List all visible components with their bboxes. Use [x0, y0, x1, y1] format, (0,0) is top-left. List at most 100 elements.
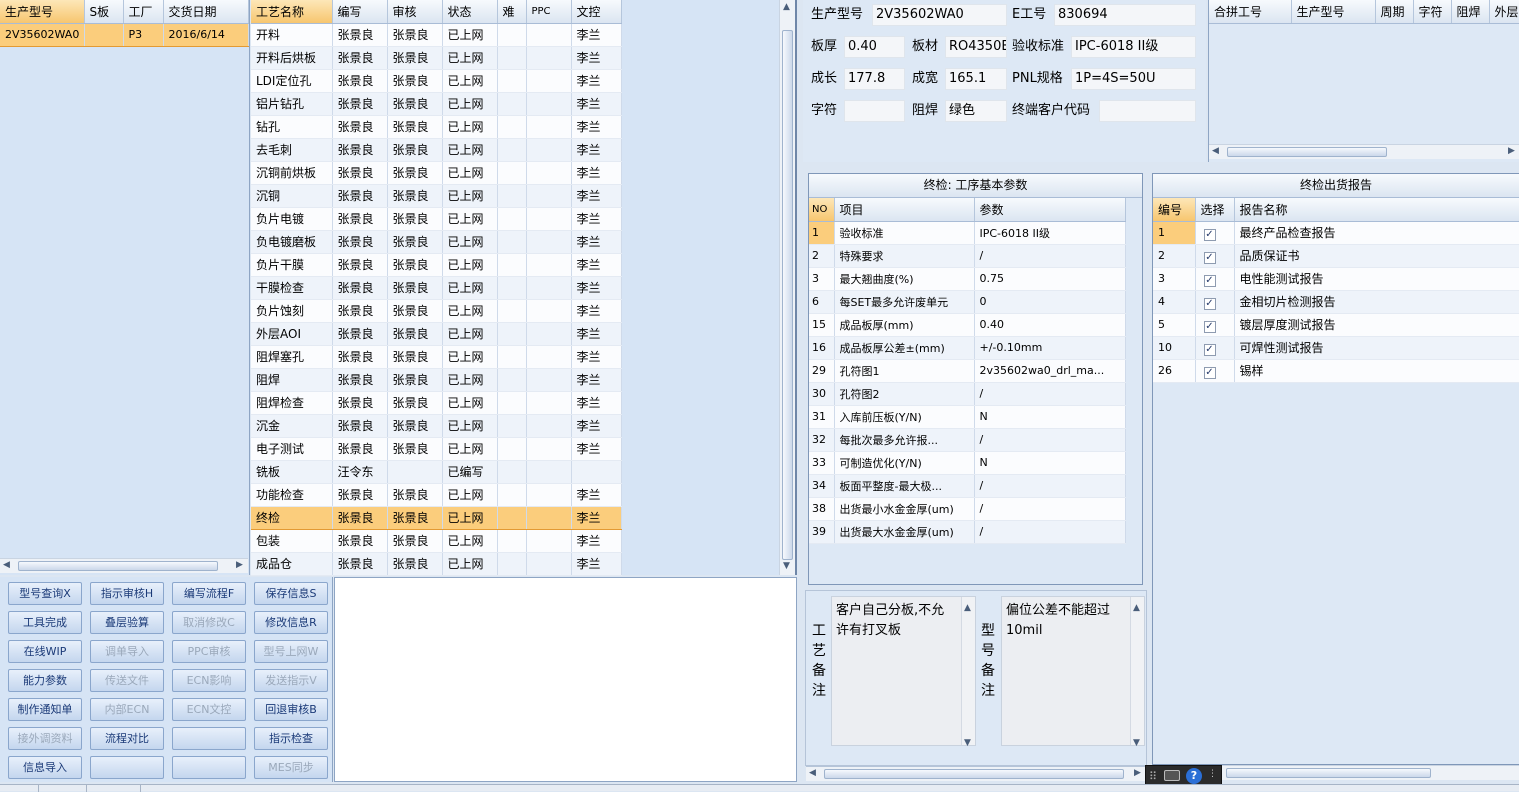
- checkbox-icon[interactable]: ✓: [1203, 367, 1216, 379]
- param-row[interactable]: 29 孔符图1 2v35602wa0_drl_ma...: [809, 359, 1126, 383]
- param-row[interactable]: 3 最大翘曲度(%) 0.75: [809, 267, 1126, 291]
- char-field[interactable]: [844, 100, 905, 122]
- process-row[interactable]: 外层AOI 张景良 张景良 已上网 李兰: [251, 322, 622, 346]
- col-merge-char[interactable]: 字符: [1413, 0, 1452, 24]
- process-row[interactable]: 终检 张景良 张景良 已上网 李兰: [251, 505, 622, 530]
- param-row[interactable]: 2 特殊要求 /: [809, 244, 1126, 268]
- process-row[interactable]: 阻焊检查 张景良 张景良 已上网 李兰: [251, 391, 622, 415]
- col-ppc[interactable]: PPC: [526, 0, 572, 24]
- mask-field[interactable]: 绿色: [945, 100, 1007, 122]
- toolbar-button[interactable]: 内部ECN: [90, 698, 164, 721]
- report-row[interactable]: 26 ✓ 锡样: [1153, 359, 1519, 383]
- report-row[interactable]: 1 ✓ 最终产品检查报告: [1153, 221, 1519, 245]
- customer-code-field[interactable]: [1099, 100, 1196, 122]
- toolbar-button[interactable]: 型号上网W: [254, 640, 328, 663]
- process-row[interactable]: 干膜检查 张景良 张景良 已上网 李兰: [251, 276, 622, 300]
- toolbar-button[interactable]: 修改信息R: [254, 611, 328, 634]
- checkbox-icon[interactable]: ✓: [1203, 321, 1216, 333]
- col-status[interactable]: 状态: [442, 0, 498, 24]
- help-icon[interactable]: ?: [1186, 768, 1202, 784]
- process-row[interactable]: LDI定位孔 张景良 张景良 已上网 李兰: [251, 69, 622, 93]
- col-process-name[interactable]: 工艺名称: [251, 0, 333, 24]
- scroll-left-icon[interactable]: ◀: [1212, 146, 1219, 156]
- scroll-left-icon[interactable]: ◀: [809, 768, 816, 778]
- toolbar-button[interactable]: 能力参数: [8, 669, 82, 692]
- scroll-right-icon[interactable]: ▶: [1134, 768, 1141, 778]
- craft-note-memo[interactable]: 客户自己分板,不允许有打叉板 ▲ ▼: [831, 596, 976, 748]
- param-row[interactable]: 39 出货最大水金金厚(um) /: [809, 520, 1126, 544]
- col-merge-cycle[interactable]: 周期: [1375, 0, 1414, 24]
- toolbar-button[interactable]: 回退审核B: [254, 698, 328, 721]
- process-row[interactable]: 阻焊塞孔 张景良 张景良 已上网 李兰: [251, 345, 622, 369]
- col-due-date[interactable]: 交货日期: [163, 0, 249, 24]
- report-select-cell[interactable]: ✓: [1195, 290, 1235, 314]
- process-row[interactable]: 去毛刺 张景良 张景良 已上网 李兰: [251, 138, 622, 162]
- craft-note-vscroll[interactable]: ▲ ▼: [961, 597, 975, 748]
- param-row[interactable]: 6 每SET最多允许废单元 0: [809, 290, 1126, 314]
- toolbar-button[interactable]: 指示检查: [254, 727, 328, 750]
- toolbar-button[interactable]: 工具完成: [8, 611, 82, 634]
- toolbar-button[interactable]: PPC审核: [172, 640, 246, 663]
- col-report-name[interactable]: 报告名称: [1234, 198, 1519, 222]
- col-writer[interactable]: 编写: [332, 0, 388, 24]
- param-row[interactable]: 32 每批次最多允许报... /: [809, 428, 1126, 452]
- report-row[interactable]: 2 ✓ 品质保证书: [1153, 244, 1519, 268]
- checkbox-icon[interactable]: ✓: [1203, 298, 1216, 310]
- report-select-cell[interactable]: ✓: [1195, 267, 1235, 291]
- process-row[interactable]: 功能检查 张景良 张景良 已上网 李兰: [251, 483, 622, 507]
- process-row[interactable]: 铣板 汪令东 已编写: [251, 460, 622, 484]
- length-field[interactable]: 177.8: [844, 68, 905, 90]
- menu-arrow-icon[interactable]: ⋮: [1208, 769, 1217, 779]
- scroll-thumb[interactable]: [1227, 147, 1387, 157]
- col-merge-mask[interactable]: 阻焊: [1451, 0, 1490, 24]
- report-row[interactable]: 4 ✓ 金相切片检测报告: [1153, 290, 1519, 314]
- process-row[interactable]: 包装 张景良 张景良 已上网 李兰: [251, 529, 622, 553]
- param-row[interactable]: 38 出货最小水金金厚(um) /: [809, 497, 1126, 521]
- scroll-right-icon[interactable]: ▶: [236, 560, 243, 570]
- toolbar-button[interactable]: MES同步: [254, 756, 328, 779]
- param-row[interactable]: 15 成品板厚(mm) 0.40: [809, 313, 1126, 337]
- standard-field[interactable]: IPC-6018 II级: [1071, 36, 1196, 58]
- checkbox-icon[interactable]: ✓: [1203, 344, 1216, 356]
- scroll-down-icon[interactable]: ▼: [783, 561, 790, 571]
- toolbar-button[interactable]: 型号查询X: [8, 582, 82, 605]
- toolbar-button[interactable]: 叠层验算: [90, 611, 164, 634]
- process-row[interactable]: 开料 张景良 张景良 已上网 李兰: [251, 23, 622, 47]
- scroll-thumb[interactable]: [1226, 768, 1431, 778]
- param-row[interactable]: 33 可制造优化(Y/N) N: [809, 451, 1126, 475]
- report-row[interactable]: 3 ✓ 电性能测试报告: [1153, 267, 1519, 291]
- col-report-no[interactable]: 编号: [1153, 198, 1196, 222]
- keyboard-icon[interactable]: [1164, 770, 1180, 781]
- report-select-cell[interactable]: ✓: [1195, 336, 1235, 360]
- col-merge-outer[interactable]: 外层: [1489, 0, 1519, 24]
- report-select-cell[interactable]: ✓: [1195, 244, 1235, 268]
- toolbar-button[interactable]: 发送指示V: [254, 669, 328, 692]
- process-row[interactable]: 开料后烘板 张景良 张景良 已上网 李兰: [251, 46, 622, 70]
- process-row[interactable]: 成品仓 张景良 张景良 已上网 李兰: [251, 552, 622, 576]
- scroll-up-icon[interactable]: ▲: [1133, 598, 1140, 618]
- process-row[interactable]: 沉铜前烘板 张景良 张景良 已上网 李兰: [251, 161, 622, 185]
- col-merge-model[interactable]: 生产型号: [1291, 0, 1376, 24]
- col-report-select[interactable]: 选择: [1195, 198, 1235, 222]
- col-factory[interactable]: 工厂: [123, 0, 164, 24]
- notes-hscroll[interactable]: ◀ ▶: [806, 766, 1148, 781]
- material-field[interactable]: RO4350B: [945, 36, 1007, 58]
- process-row[interactable]: 沉金 张景良 张景良 已上网 李兰: [251, 414, 622, 438]
- scroll-up-icon[interactable]: ▲: [964, 598, 971, 618]
- col-no[interactable]: NO: [809, 198, 835, 222]
- param-row[interactable]: 34 板面平整度-最大极... /: [809, 474, 1126, 498]
- process-row[interactable]: 铝片钻孔 张景良 张景良 已上网 李兰: [251, 92, 622, 116]
- toolbar-button[interactable]: 接外调资料: [8, 727, 82, 750]
- process-row[interactable]: 负片干膜 张景良 张景良 已上网 李兰: [251, 253, 622, 277]
- report-select-cell[interactable]: ✓: [1195, 313, 1235, 337]
- checkbox-icon[interactable]: ✓: [1203, 229, 1216, 241]
- eno-field[interactable]: 830694: [1054, 4, 1196, 26]
- report-row[interactable]: 10 ✓ 可焊性测试报告: [1153, 336, 1519, 360]
- order-list-hscroll[interactable]: ◀ ▶: [0, 558, 248, 573]
- toolbar-button[interactable]: 流程对比: [90, 727, 164, 750]
- toolbar-button[interactable]: 编写流程F: [172, 582, 246, 605]
- scroll-down-icon[interactable]: ▼: [964, 733, 971, 753]
- scroll-thumb[interactable]: [824, 769, 1124, 779]
- toolbar-button[interactable]: [172, 756, 246, 779]
- checkbox-icon[interactable]: ✓: [1203, 252, 1216, 264]
